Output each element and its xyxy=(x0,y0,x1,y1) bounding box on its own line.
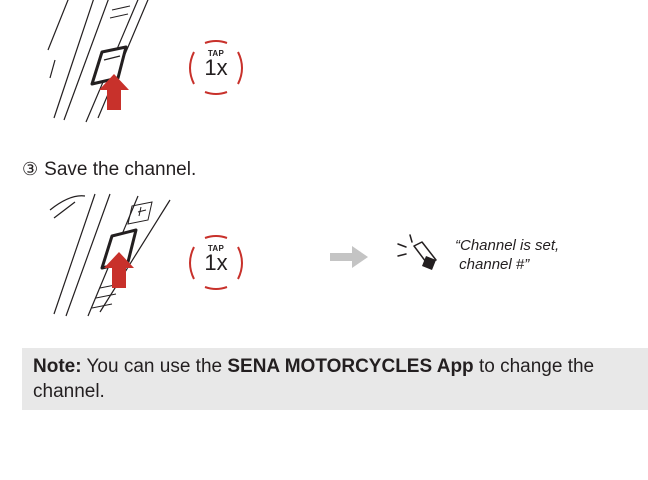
speaker-icon xyxy=(397,234,437,270)
press-arrow-icon xyxy=(99,74,129,110)
tap-count: 1x xyxy=(204,55,228,80)
arrow-right-icon xyxy=(330,246,368,268)
note-text-after: to change the xyxy=(473,356,595,377)
tap-icon-step1: TAP 1x xyxy=(185,40,247,96)
note-line-2: channel. xyxy=(33,381,105,402)
app-name: SENA MOTORCYCLES App xyxy=(227,356,474,377)
tap-count: 1x xyxy=(204,250,228,275)
tap-icon-step3: TAP 1x xyxy=(185,235,247,291)
step-number: ③ xyxy=(22,159,39,179)
voice-prompt-text: “Channel is set, channel #” xyxy=(455,237,560,273)
note-box: Note: You can use the SENA MOTORCYCLES A… xyxy=(22,348,648,410)
press-arrow-icon xyxy=(104,252,134,288)
note-line-1: Note: You can use the SENA MOTORCYCLES A… xyxy=(33,353,648,380)
note-text-before: You can use the xyxy=(81,356,228,377)
step-3-text: ③ Save the channel. xyxy=(22,156,196,183)
step-label: Save the channel. xyxy=(44,159,197,180)
note-prefix: Note: xyxy=(33,356,82,377)
